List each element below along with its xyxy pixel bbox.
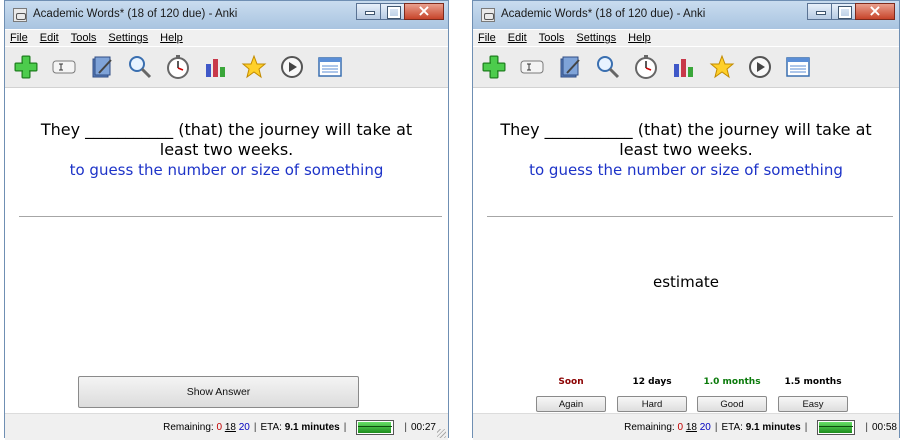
menu-bar: File Edit Tools Settings Help [473,30,899,46]
hard-button[interactable]: Hard [617,396,687,412]
progress-midline [819,426,854,427]
status-bar: Remaining: 0 18 20 | ETA: 9.1 minutes | … [5,413,448,440]
menu-edit[interactable]: Edit [40,32,59,44]
anki-window-question: Academic Words* (18 of 120 due) - Anki F… [4,0,449,440]
question-answer-divider [19,216,442,217]
status-separator: | [253,422,257,433]
definition-text: to guess the number or size of something [69,161,384,179]
edit-card-icon[interactable] [519,54,545,80]
menu-help[interactable]: Help [628,32,651,44]
eta-label: ETA: [260,422,282,433]
menu-tools[interactable]: Tools [539,32,565,44]
menu-edit[interactable]: Edit [508,32,527,44]
status-separator: | [865,422,868,433]
easy-button[interactable]: Easy [778,396,848,412]
good-button[interactable]: Good [697,396,767,412]
status-separator: | [804,422,808,433]
eta-label: ETA: [721,422,743,433]
maximize-button[interactable] [380,3,405,20]
title-bar[interactable]: Academic Words* (18 of 120 due) - Anki [5,1,448,29]
close-button[interactable] [855,1,895,20]
remaining-new-count: 0 [216,422,223,433]
statistics-icon[interactable] [203,54,229,80]
status-separator: | [343,422,347,433]
again-button[interactable]: Again [536,396,606,412]
card-display: They ___________ (that) the journey will… [473,88,899,437]
menu-settings[interactable]: Settings [108,32,148,44]
title-bar[interactable]: Academic Words* (18 of 120 due) - Anki [473,1,899,29]
progress-fill [358,422,391,433]
remaining-learning-count: 18 [685,422,697,433]
menu-file[interactable]: File [478,32,496,44]
toolbar [473,47,899,88]
status-separator: | [404,422,407,433]
timer-icon[interactable] [165,54,191,80]
definition-text: to guess the number or size of something [529,161,843,179]
browse-icon[interactable] [557,54,583,80]
menu-settings[interactable]: Settings [576,32,616,44]
maximize-button[interactable] [831,3,856,20]
window-title: Academic Words* (18 of 120 due) - Anki [33,8,238,20]
status-separator: | [714,422,718,433]
ease-interval-good: 1.0 months [703,377,761,387]
minimize-button[interactable] [356,3,381,20]
close-button[interactable] [404,1,444,20]
question-line-2: least two weeks. [619,140,753,159]
session-progress-bar [356,420,395,435]
show-answer-button[interactable]: Show Answer [78,376,359,408]
progress-fill [819,422,852,433]
add-icon[interactable] [481,54,507,80]
replay-icon[interactable] [747,54,773,80]
statistics-icon[interactable] [671,54,697,80]
progress-midline [358,426,393,427]
status-bar: Remaining: 0 18 20 | ETA: 9.1 minutes | … [473,413,899,440]
question-line-2: least two weeks. [159,140,294,159]
ease-interval-hard: 12 days [632,377,672,387]
remaining-new-count: 0 [677,422,684,433]
remaining-review-count: 20 [699,422,711,433]
remaining-label: Remaining: [624,422,675,433]
remaining-label: Remaining: [163,422,214,433]
add-icon[interactable] [13,54,39,80]
card-list-icon[interactable] [785,54,811,80]
mark-star-icon[interactable] [709,54,735,80]
menu-tools[interactable]: Tools [71,32,97,44]
question-answer-divider [487,216,893,217]
session-progress-bar [817,420,856,435]
anki-app-icon [13,8,27,22]
ease-interval-easy: 1.5 months [784,377,842,387]
browse-icon[interactable] [89,54,115,80]
toolbar [5,47,448,88]
minimize-button[interactable] [807,3,832,20]
ease-interval-again: Soon [558,377,584,387]
question-line-1: They ___________ (that) the journey will… [40,120,413,139]
anki-app-icon [481,8,495,22]
remaining-review-count: 20 [238,422,250,433]
elapsed-timer: 00:58 [871,422,897,433]
question-text: They ___________ (that) the journey will… [473,120,899,160]
question-text: They ___________ (that) the journey will… [5,120,448,160]
window-title: Academic Words* (18 of 120 due) - Anki [501,8,706,20]
eta-value: 9.1 minutes [745,422,801,433]
remaining-learning-count: 18 [224,422,236,433]
menu-bar: File Edit Tools Settings Help [5,30,448,46]
card-display: They ___________ (that) the journey will… [5,88,448,437]
mark-star-icon[interactable] [241,54,267,80]
search-icon[interactable] [595,54,621,80]
edit-card-icon[interactable] [51,54,77,80]
replay-icon[interactable] [279,54,305,80]
question-line-1: They ___________ (that) the journey will… [500,120,872,139]
search-icon[interactable] [127,54,153,80]
eta-value: 9.1 minutes [284,422,340,433]
card-list-icon[interactable] [317,54,343,80]
timer-icon[interactable] [633,54,659,80]
menu-file[interactable]: File [10,32,28,44]
elapsed-timer: 00:27 [410,422,436,433]
anki-window-answer: Academic Words* (18 of 120 due) - Anki F… [472,0,900,440]
answer-text: estimate [652,273,719,291]
menu-help[interactable]: Help [160,32,183,44]
resize-grip[interactable] [437,429,446,438]
